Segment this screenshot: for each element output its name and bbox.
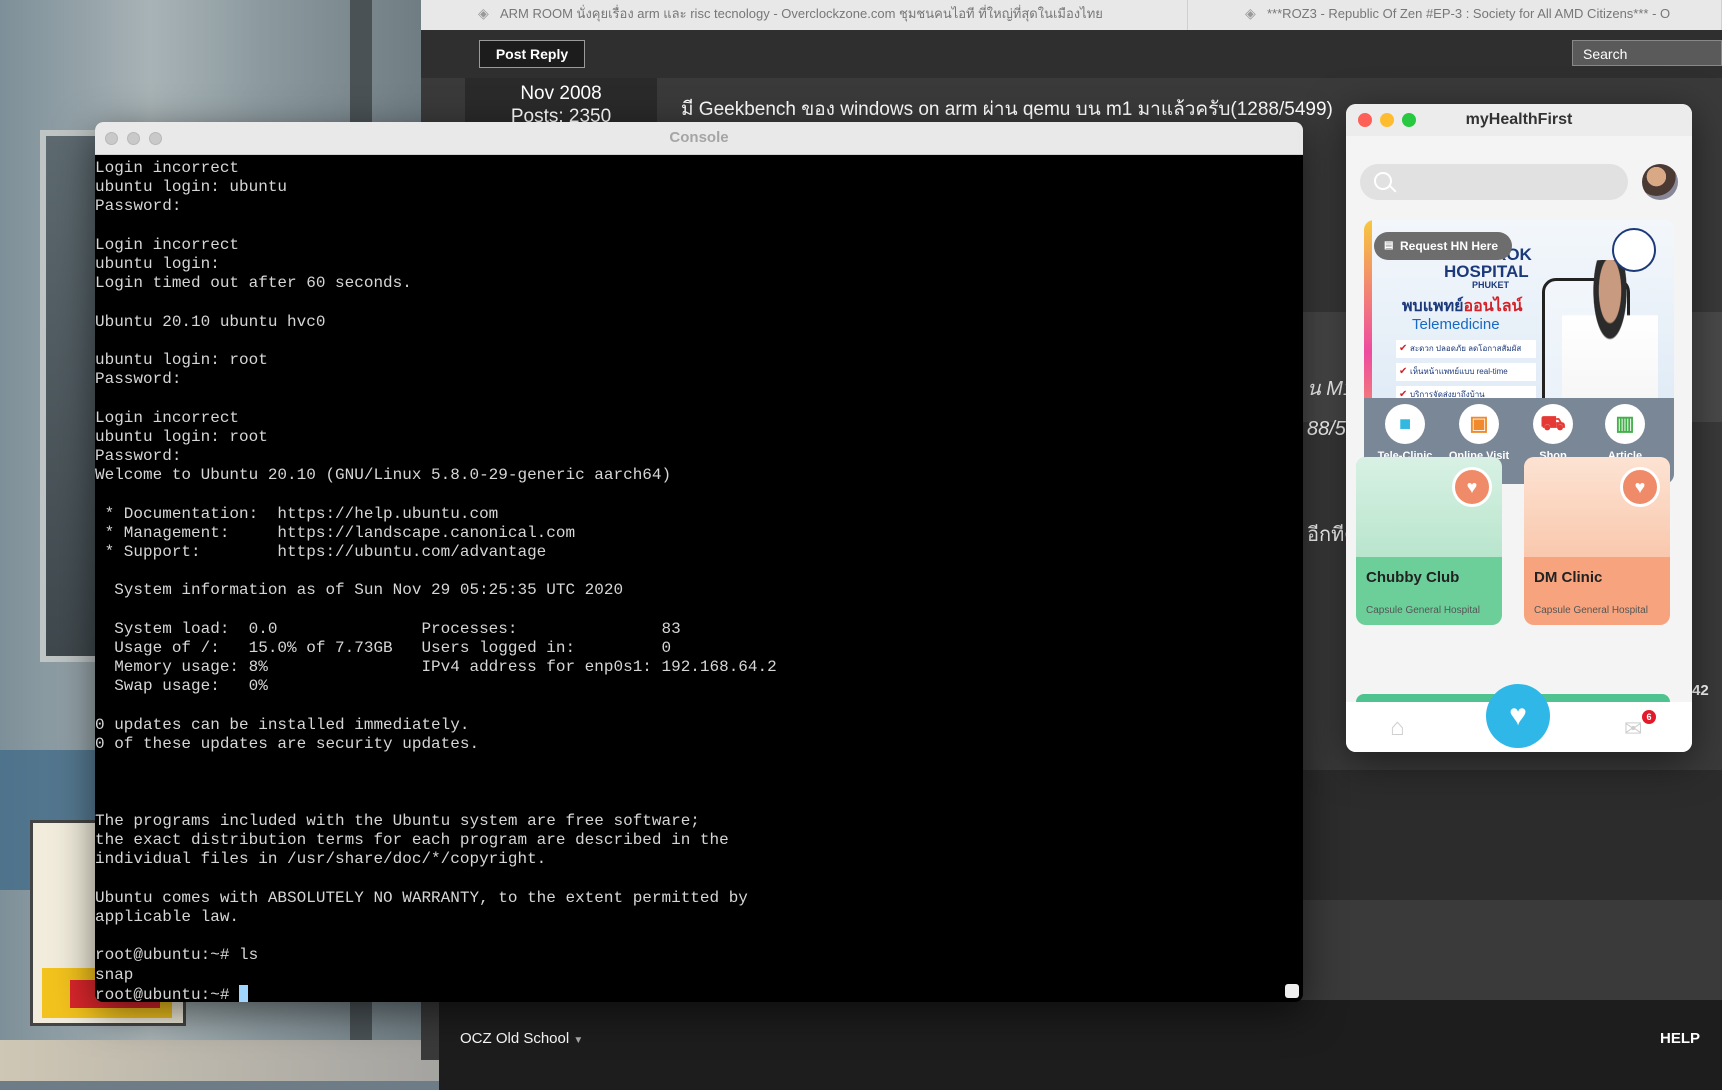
post-reply-button[interactable]: Post Reply	[479, 40, 585, 68]
console-window: Console Login incorrect ubuntu login: ub…	[95, 122, 1303, 1002]
browser-tab-bar: ◈ ARM ROOM นั่งคุยเรื่อง arm และ risc te…	[421, 0, 1722, 30]
browser-tab[interactable]: ◈ ARM ROOM นั่งคุยเรื่อง arm และ risc te…	[466, 0, 1188, 30]
terminal-output[interactable]: Login incorrect ubuntu login: ubuntu Pas…	[95, 155, 1303, 1002]
forum-favicon-icon: ◈	[1245, 5, 1256, 21]
forum-footer	[439, 1000, 1722, 1090]
clinic-card-chubby-club[interactable]: ♥ Chubby Club Capsule General Hospital	[1356, 457, 1502, 625]
card-subtitle: Capsule General Hospital	[1534, 605, 1648, 616]
bottom-nav: ⌂ ♥ ✉ 6	[1346, 684, 1692, 752]
resize-grip-icon[interactable]	[1285, 984, 1299, 998]
app-titlebar[interactable]: myHealthFirst	[1346, 104, 1692, 136]
heart-icon: ♥	[1620, 467, 1660, 507]
card-subtitle: Capsule General Hospital	[1366, 605, 1480, 616]
card-title: DM Clinic	[1534, 569, 1603, 586]
request-hn-button[interactable]: Request HN Here	[1374, 232, 1513, 260]
mail-icon[interactable]: ✉	[1624, 716, 1642, 742]
telemedicine-label: Telemedicine	[1412, 316, 1500, 333]
search-icon	[1374, 172, 1392, 190]
home-icon[interactable]: ⌂	[1390, 714, 1405, 742]
heart-pulse-icon[interactable]: ♥	[1486, 684, 1550, 748]
help-link[interactable]: HELP	[1660, 1030, 1700, 1047]
tab-title: ARM ROOM นั่งคุยเรื่อง arm และ risc tecn…	[500, 6, 1103, 21]
forum-favicon-icon: ◈	[478, 5, 489, 21]
cart-icon: ⛟	[1533, 404, 1573, 444]
browser-tab[interactable]: ◈ ***ROZ3 - Republic Of Zen #EP-3 : Soci…	[1233, 0, 1722, 30]
promo-banner[interactable]: BANGKOK HOSPITAL PHUKET พบแพทย์ออนไลน์ T…	[1364, 220, 1674, 484]
benefit-item: สะดวก ปลอดภัย ลดโอกาสสัมผัส	[1396, 340, 1536, 358]
clipboard-icon: ▣	[1459, 404, 1499, 444]
tab-title: ***ROZ3 - Republic Of Zen #EP-3 : Societ…	[1267, 6, 1671, 21]
console-titlebar[interactable]: Console	[95, 122, 1303, 155]
console-title: Console	[669, 129, 729, 146]
benefit-item: เห็นหน้าแพทย์แบบ real-time	[1396, 363, 1536, 381]
headline-part: พบแพทย์	[1402, 298, 1464, 315]
menu-shop[interactable]: ⛟ Shop	[1518, 404, 1588, 462]
menu-article[interactable]: ▥ Article	[1590, 404, 1660, 462]
forum-search-button[interactable]: Search	[1572, 40, 1722, 66]
user-join-date: Nov 2008	[520, 83, 602, 104]
forum-toolbar: Post Reply Search	[421, 30, 1722, 78]
page-number[interactable]: 42	[1692, 682, 1709, 699]
app-title: myHealthFirst	[1465, 111, 1573, 128]
app-search-input[interactable]	[1360, 164, 1628, 200]
mail-badge: 6	[1642, 710, 1656, 724]
book-icon: ▥	[1605, 404, 1645, 444]
theme-select-label: OCZ Old School	[460, 1030, 570, 1047]
hospital-logo-icon	[1612, 228, 1656, 272]
heart-icon: ♥	[1452, 467, 1492, 507]
clinic-card-dm-clinic[interactable]: ♥ DM Clinic Capsule General Hospital	[1524, 457, 1670, 625]
card-title: Chubby Club	[1366, 569, 1460, 586]
chevron-down-icon: ▼	[573, 1035, 584, 1046]
menu-tele-clinic[interactable]: ■ Tele-Clinic	[1370, 404, 1440, 462]
menu-online-visit[interactable]: ▣ Online Visit	[1444, 404, 1514, 462]
avatar[interactable]	[1642, 164, 1678, 200]
headline-part: ออนไลน์	[1463, 298, 1523, 315]
video-camera-icon: ■	[1385, 404, 1425, 444]
hospital-branch: PHUKET	[1472, 280, 1510, 290]
post-title: มี Geekbench ของ windows on arm ผ่าน qem…	[681, 99, 1333, 120]
theme-select[interactable]: OCZ Old School ▼	[460, 1030, 583, 1047]
terminal-cursor	[239, 984, 249, 1002]
health-app-window: myHealthFirst BANGKOK HOSPITAL PHUKET พบ…	[1346, 104, 1692, 752]
